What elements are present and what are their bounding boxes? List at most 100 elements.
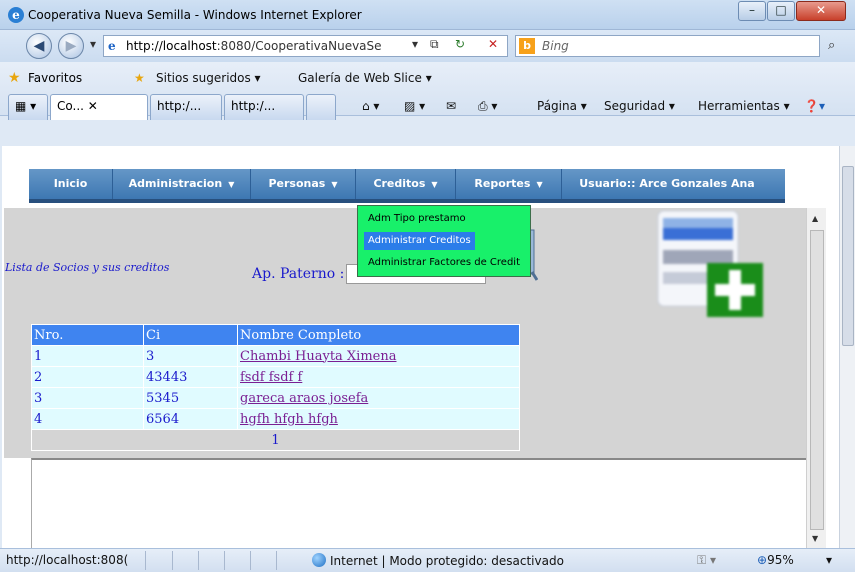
internet-globe-icon: [312, 553, 326, 567]
panel-scroll-thumb[interactable]: [810, 230, 824, 530]
cell-name: gareca araos josefa: [237, 387, 520, 409]
socio-link[interactable]: gareca araos josefa: [240, 391, 368, 406]
cell-name: hgfh hfgh hfgh: [237, 408, 520, 430]
page-scrollbar[interactable]: [839, 146, 855, 548]
status-divider: [145, 551, 146, 570]
web-slice-gallery-link[interactable]: Galería de Web Slice ▾: [298, 71, 432, 85]
mail-icon[interactable]: ✉: [446, 99, 456, 113]
protected-mode-icon[interactable]: ⚿ ▾: [697, 553, 716, 568]
cell-nro: 2: [31, 366, 144, 388]
window-title: Cooperativa Nueva Semilla - Windows Inte…: [28, 8, 362, 22]
window-titlebar: e Cooperativa Nueva Semilla - Windows In…: [0, 0, 855, 30]
address-toolbar: ◀ ▶ ▾ e http://localhost:8080/Cooperativ…: [0, 30, 855, 62]
list-title: Lista de Socios y sus creditos: [5, 261, 170, 274]
creditos-dropdown: Adm Tipo prestamo Administrar Creditos A…: [357, 205, 531, 277]
menu-creditos[interactable]: Creditos ▼: [356, 169, 456, 199]
status-divider: [224, 551, 225, 570]
maximize-button[interactable]: □: [767, 1, 795, 21]
socio-link[interactable]: Chambi Huayta Ximena: [240, 349, 396, 364]
favorites-star-icon[interactable]: ★: [8, 70, 21, 86]
status-bar: http://localhost:808( Internet | Modo pr…: [0, 548, 855, 572]
pager-row: 1: [31, 429, 520, 451]
new-tab-button[interactable]: [306, 94, 336, 120]
address-field[interactable]: e http://localhost:8080/CooperativaNueva…: [103, 35, 508, 57]
page-icon: e: [108, 39, 116, 53]
page-content: Inicio Administracion ▼ Personas ▼ Credito…: [2, 146, 839, 548]
page-menu[interactable]: Página ▾: [537, 99, 587, 113]
favorites-toolbar: ★ Favoritos ★ Sitios sugeridos ▾ Galería…: [0, 62, 855, 120]
favorites-button[interactable]: Favoritos: [28, 71, 82, 85]
print-icon[interactable]: ⎙ ▾: [478, 99, 497, 114]
table-row: 1 3 Chambi Huayta Ximena: [31, 345, 520, 367]
search-placeholder: Bing: [542, 39, 569, 53]
forward-button[interactable]: ▶: [58, 33, 84, 59]
cell-nro: 4: [31, 408, 144, 430]
scroll-down-arrow-icon[interactable]: ▼: [812, 534, 818, 543]
refresh-icon[interactable]: ↻: [455, 37, 465, 51]
menu-usuario: Usuario:: Arce Gonzales Ana: [579, 177, 755, 190]
zoom-dropdown-icon[interactable]: ▾: [826, 553, 832, 567]
lower-content-frame: [31, 458, 806, 548]
history-dropdown-icon[interactable]: ▾: [90, 37, 96, 51]
ie-logo-icon: e: [8, 7, 24, 23]
help-icon[interactable]: ❓▾: [804, 99, 825, 113]
zoom-icon: ⊕: [757, 553, 768, 567]
cell-ci: 3: [143, 345, 238, 367]
pager-page-number[interactable]: 1: [31, 429, 520, 451]
zoom-level[interactable]: ⊕95%: [757, 553, 794, 567]
menu-administracion[interactable]: Administracion ▼: [113, 169, 251, 199]
table-header-row: Nro. Ci Nombre Completo: [31, 324, 520, 346]
tab-1[interactable]: Co... ✕: [50, 94, 148, 120]
tab-3[interactable]: http:/...: [224, 94, 304, 120]
status-divider: [276, 551, 277, 570]
stop-icon[interactable]: ✕: [488, 37, 498, 51]
minimize-button[interactable]: –: [738, 1, 766, 21]
dropdown-item-tipo-prestamo[interactable]: Adm Tipo prestamo: [364, 210, 470, 228]
compatibility-icon[interactable]: ⧉: [430, 37, 439, 52]
column-header-nombre: Nombre Completo: [237, 324, 520, 346]
back-button[interactable]: ◀: [26, 33, 52, 59]
ap-paterno-label: Ap. Paterno :: [252, 266, 345, 282]
dropdown-item-administrar-creditos[interactable]: Administrar Creditos: [364, 232, 475, 250]
suggested-sites-link[interactable]: Sitios sugeridos ▾: [156, 71, 261, 85]
cell-ci: 5345: [143, 387, 238, 409]
search-field[interactable]: b Bing: [515, 35, 820, 57]
cell-nro: 3: [31, 387, 144, 409]
search-icon[interactable]: ⌕: [828, 38, 835, 53]
column-header-nro: Nro.: [31, 324, 144, 346]
security-zone[interactable]: Internet | Modo protegido: desactivado: [312, 553, 564, 568]
status-divider: [172, 551, 173, 570]
panel-scrollbar[interactable]: ▲ ▼: [806, 208, 826, 548]
home-icon[interactable]: ⌂ ▾: [362, 99, 379, 113]
socios-table: Nro. Ci Nombre Completo 1 3 Chambi Huayt…: [31, 324, 520, 451]
cell-name: fsdf fsdf f: [237, 366, 520, 388]
socio-link[interactable]: fsdf fsdf f: [240, 370, 302, 385]
dropdown-item-factores-credito[interactable]: Administrar Factores de Credit: [364, 254, 524, 272]
quick-tabs-button[interactable]: ▦ ▾: [8, 94, 48, 120]
security-menu[interactable]: Seguridad ▾: [604, 99, 675, 113]
table-row: 2 43443 fsdf fsdf f: [31, 366, 520, 388]
menu-reportes[interactable]: Reportes ▼: [456, 169, 562, 199]
address-url: http://localhost:8080/CooperativaNuevaSe: [126, 39, 382, 53]
tab-2[interactable]: http:/...: [150, 94, 222, 120]
cell-nro: 1: [31, 345, 144, 367]
feeds-icon[interactable]: ▨ ▾: [404, 99, 425, 113]
app-menubar: Inicio Administracion ▼ Personas ▼ Credito…: [29, 169, 785, 203]
menu-personas[interactable]: Personas ▼: [251, 169, 356, 199]
status-divider: [250, 551, 251, 570]
close-button[interactable]: ✕: [796, 1, 846, 21]
address-dropdown-icon[interactable]: ▾: [412, 37, 418, 51]
socio-link[interactable]: hgfh hfgh hfgh: [240, 412, 338, 427]
cell-ci: 6564: [143, 408, 238, 430]
bing-logo-icon: b: [519, 38, 535, 54]
add-credit-icon[interactable]: [655, 208, 765, 318]
cell-ci: 43443: [143, 366, 238, 388]
tools-menu[interactable]: Herramientas ▾: [698, 99, 790, 113]
add-favorite-icon[interactable]: ★: [134, 71, 145, 85]
status-divider: [198, 551, 199, 570]
scroll-up-arrow-icon[interactable]: ▲: [812, 214, 818, 223]
menu-inicio[interactable]: Inicio: [29, 169, 113, 199]
page-scroll-thumb[interactable]: [842, 166, 854, 346]
cell-name: Chambi Huayta Ximena: [237, 345, 520, 367]
table-row: 4 6564 hgfh hfgh hfgh: [31, 408, 520, 430]
